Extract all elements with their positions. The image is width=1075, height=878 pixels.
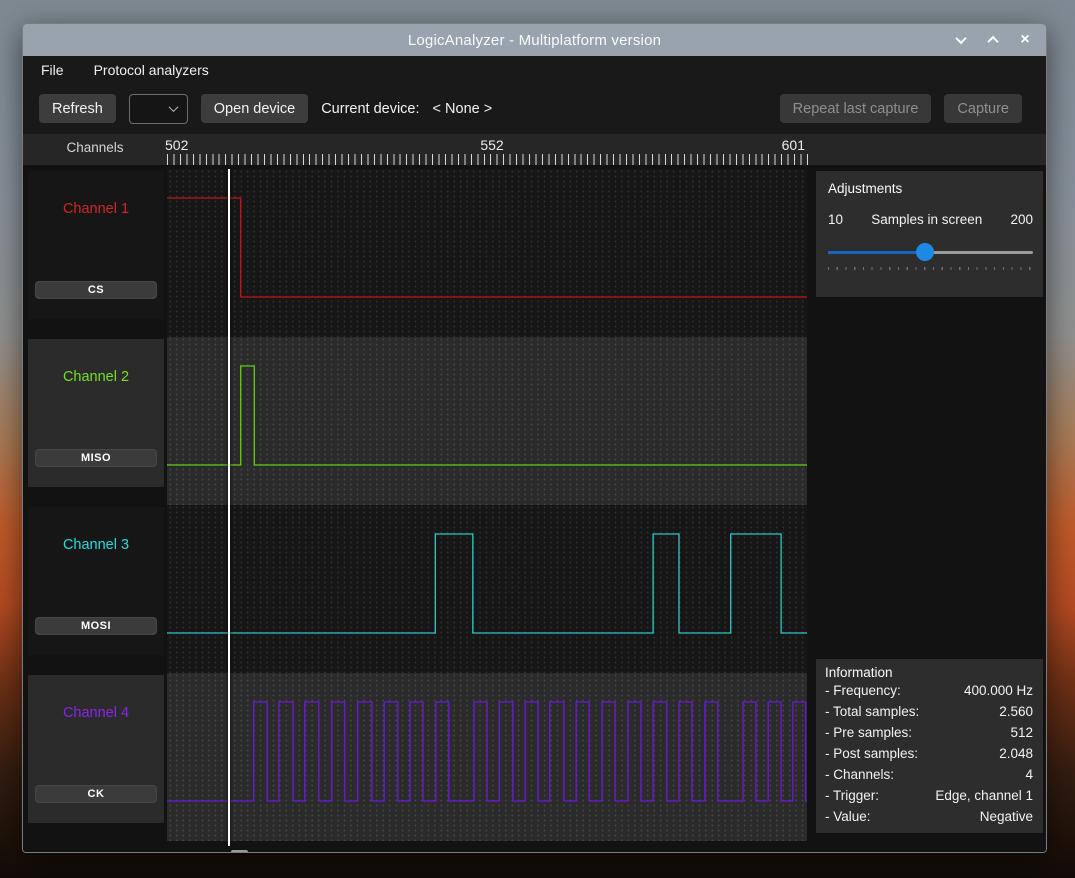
information-row-label: - Frequency:	[825, 683, 901, 698]
channel-rows: Channel 1 Channel 2 Channel 3	[23, 169, 807, 841]
information-row-label: - Channels:	[825, 767, 894, 782]
waveform-svg	[167, 169, 807, 337]
channels-header-label: Channels	[23, 140, 167, 155]
samples-min-value: 10	[828, 212, 843, 227]
information-row-label: - Trigger:	[825, 788, 879, 803]
capture-button[interactable]: Capture	[944, 94, 1022, 123]
slider-fill	[828, 251, 925, 254]
information-row: - Channels: 4	[825, 764, 1033, 785]
channel-row: Channel 1	[23, 169, 807, 337]
information-row-label: - Post samples:	[825, 746, 918, 761]
channel-sidebar: Channel 2	[23, 337, 167, 505]
channel-sidebar: Channel 4	[23, 673, 167, 841]
menu-protocol-analyzers[interactable]: Protocol analyzers	[94, 62, 209, 78]
channel-name-input[interactable]	[35, 785, 157, 803]
maximize-button[interactable]	[984, 31, 1002, 49]
information-row: - Post samples: 2.048	[825, 743, 1033, 764]
app-window: LogicAnalyzer - Multiplatform version × …	[22, 23, 1047, 853]
sample-ruler: Channels 502 552 601	[23, 134, 1046, 165]
open-device-button[interactable]: Open device	[201, 94, 308, 123]
channel-waveform	[167, 337, 807, 505]
ruler-label-start: 502	[165, 137, 188, 153]
close-button[interactable]: ×	[1016, 31, 1034, 49]
chevron-down-icon	[955, 33, 966, 44]
channel-sidebar: Channel 1	[23, 169, 167, 337]
information-row: - Value: Negative	[825, 806, 1033, 827]
minimize-button[interactable]	[952, 31, 970, 49]
slider-tick-marks	[828, 267, 1033, 270]
information-row-value: 2.048	[999, 746, 1033, 761]
channel-row: Channel 3	[23, 505, 807, 673]
chevron-down-icon	[168, 102, 178, 112]
waveform-svg	[167, 337, 807, 505]
information-row-value: 400.000 Hz	[964, 683, 1033, 698]
information-panel: Information - Frequency: 400.000 Hz - To…	[816, 659, 1043, 833]
channel-label: Channel 2	[28, 369, 164, 385]
information-row-label: - Pre samples:	[825, 725, 912, 740]
channel-row: Channel 4	[23, 673, 807, 841]
information-rows: - Frequency: 400.000 Hz - Total samples:…	[825, 680, 1033, 827]
information-row: - Total samples: 2.560	[825, 701, 1033, 722]
ruler-tick-marks	[167, 154, 808, 165]
channel-label: Channel 4	[28, 705, 164, 721]
channel-label: Channel 1	[28, 201, 164, 217]
information-row-value: Edge, channel 1	[935, 788, 1033, 803]
samples-in-screen-label: Samples in screen	[843, 212, 1010, 227]
ruler-label-end: 601	[782, 137, 805, 153]
channel-name-input[interactable]	[35, 617, 157, 635]
current-device-label: Current device:	[321, 101, 419, 117]
menu-bar: File Protocol analyzers	[23, 56, 1046, 83]
chevron-up-icon	[987, 36, 998, 47]
channel-waveform	[167, 505, 807, 673]
refresh-button[interactable]: Refresh	[39, 94, 116, 123]
information-row: - Frequency: 400.000 Hz	[825, 680, 1033, 701]
information-row: - Trigger: Edge, channel 1	[825, 785, 1033, 806]
information-row-value: Negative	[980, 809, 1033, 824]
title-bar[interactable]: LogicAnalyzer - Multiplatform version ×	[23, 24, 1046, 56]
horizontal-scrollbar-thumb[interactable]	[231, 850, 248, 853]
toolbar-right: Repeat last capture Capture	[780, 94, 1022, 123]
trigger-marker-line	[228, 169, 230, 846]
toolbar: Refresh Open device Current device: < No…	[23, 83, 1046, 134]
channel-waveform	[167, 169, 807, 337]
channel-row: Channel 2	[23, 337, 807, 505]
channel-block: Channel 2	[28, 339, 164, 487]
channel-name-input[interactable]	[35, 449, 157, 467]
adjustments-title: Adjustments	[828, 181, 1033, 196]
channel-block: Channel 3	[28, 507, 164, 655]
samples-max-value: 200	[1010, 212, 1033, 227]
channel-waveform	[167, 673, 807, 841]
information-row-value: 4	[1025, 767, 1033, 782]
channel-name-input[interactable]	[35, 281, 157, 299]
current-device-value: < None >	[433, 101, 493, 117]
adjustments-panel: Adjustments 10 Samples in screen 200	[816, 171, 1043, 297]
information-row-value: 512	[1010, 725, 1033, 740]
close-icon: ×	[1020, 32, 1029, 48]
waveform-svg	[167, 673, 807, 841]
information-row-value: 2.560	[999, 704, 1033, 719]
information-row-label: - Total samples:	[825, 704, 919, 719]
window-title: LogicAnalyzer - Multiplatform version	[408, 32, 661, 49]
window-controls: ×	[952, 24, 1034, 56]
channel-block: Channel 4	[28, 675, 164, 823]
channel-label: Channel 3	[28, 537, 164, 553]
samples-slider[interactable]	[828, 243, 1033, 261]
information-title: Information	[825, 665, 1033, 680]
information-row: - Pre samples: 512	[825, 722, 1033, 743]
device-select[interactable]	[129, 94, 188, 124]
menu-file[interactable]: File	[41, 62, 64, 78]
repeat-last-capture-button[interactable]: Repeat last capture	[780, 94, 932, 123]
slider-thumb[interactable]	[916, 243, 934, 261]
channel-sidebar: Channel 3	[23, 505, 167, 673]
desktop: { "window": { "title": "LogicAnalyzer - …	[0, 0, 1075, 878]
samples-in-screen-row: 10 Samples in screen 200	[828, 212, 1033, 227]
ruler-label-mid: 552	[470, 137, 514, 153]
waveform-svg	[167, 505, 807, 673]
channel-block: Channel 1	[28, 171, 164, 319]
information-row-label: - Value:	[825, 809, 871, 824]
waveform-area: Channel 1 Channel 2 Channel 3	[23, 165, 1046, 852]
